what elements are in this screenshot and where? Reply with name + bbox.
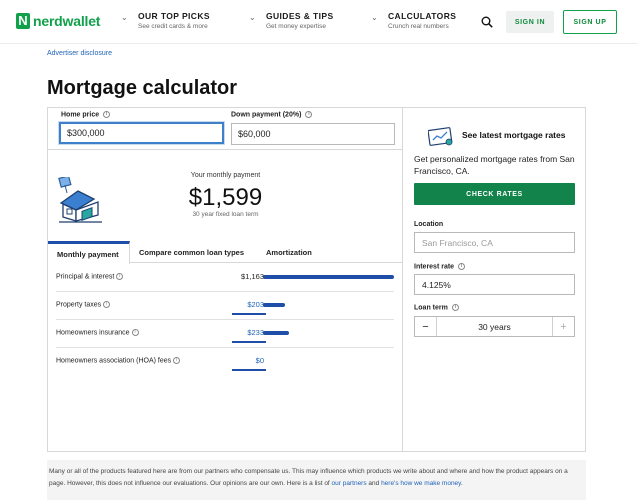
row-label-text: Property taxes [56, 301, 102, 309]
loan-term-label: Loan term i [414, 304, 459, 311]
rate-chart-icon [428, 127, 453, 146]
logo-text: nerdwallet [33, 13, 101, 29]
increment-button[interactable]: + [552, 317, 574, 336]
row-label: Homeowners insurance i [56, 329, 139, 336]
monthly-payment-summary: Your monthly payment $1,599 30 year fixe… [48, 151, 403, 241]
location-label: Location [414, 221, 444, 228]
nav-calculators[interactable]: ⌄ CALCULATORS Crunch real numbers [371, 11, 457, 30]
interest-rate-label: Interest rate i [414, 263, 466, 271]
info-icon[interactable]: i [103, 111, 111, 118]
row-label: Property taxes i [56, 301, 111, 309]
house-illustration-icon [58, 177, 102, 223]
our-partners-link[interactable]: our partners [332, 480, 367, 487]
chevron-down-icon: ⌄ [121, 13, 128, 22]
info-icon[interactable]: i [173, 357, 181, 364]
down-payment-input[interactable]: $60,000 [231, 123, 395, 145]
home-price-input[interactable]: $300,000 [59, 122, 224, 144]
home-price-label: Home price i [61, 111, 111, 119]
breakdown-row: Principal & interest i $1,163 [56, 264, 394, 292]
nerdwallet-logo[interactable]: N nerdwallet [16, 13, 100, 29]
breakdown-bar [263, 303, 285, 307]
rates-description: Get personalized mortgage rates from San… [414, 154, 575, 176]
loan-term-value: 30 years [478, 321, 511, 332]
chevron-down-icon: ⌄ [249, 13, 256, 22]
row-label-text: Homeowners insurance [56, 329, 130, 337]
loan-term-caption: 30 year fixed loan term [192, 211, 259, 218]
breakdown-row: Homeowners insurance i $233 [56, 320, 394, 348]
mortgage-rates-sidebar: See latest mortgage rates Get personaliz… [404, 108, 585, 451]
rates-title: See latest mortgage rates [462, 130, 566, 140]
insurance-value-input[interactable]: $233 [247, 328, 264, 337]
info-icon[interactable]: i [116, 273, 124, 280]
breakdown-row: Homeowners association (HOA) fees i $0 [56, 348, 394, 376]
sign-in-button[interactable]: SIGN IN [506, 11, 554, 33]
breakdown-row: Property taxes i $203 [56, 292, 394, 320]
down-payment-label-text: Down payment (20%) [231, 111, 302, 119]
loan-term-label-text: Loan term [414, 304, 448, 312]
info-icon[interactable]: i [305, 111, 313, 118]
info-icon[interactable]: i [103, 301, 111, 308]
tab-amortization[interactable]: Amortization [266, 241, 312, 263]
breakdown-bar [263, 275, 394, 279]
home-price-label-text: Home price [61, 111, 100, 119]
nav-title: OUR TOP PICKS [138, 11, 210, 21]
partner-disclosure: Many or all of the products featured her… [47, 460, 586, 500]
value-underline [232, 341, 266, 343]
chevron-down-icon: ⌄ [371, 13, 378, 22]
hoa-value-input[interactable]: $0 [256, 356, 264, 365]
advertiser-disclosure-link[interactable]: Advertiser disclosure [47, 50, 112, 57]
row-label-text: Homeowners association (HOA) fees [56, 357, 172, 365]
decrement-button[interactable]: − [415, 317, 437, 336]
check-rates-button[interactable]: CHECK RATES [414, 183, 575, 205]
info-icon[interactable]: i [451, 304, 459, 311]
interest-rate-input[interactable]: 4.125% [414, 274, 575, 295]
calculator-main: Home price i $300,000 Down payment (20%) i… [48, 108, 403, 451]
nav-subtitle: Crunch real numbers [388, 23, 449, 30]
row-label: Homeowners association (HOA) fees i [56, 357, 181, 365]
nav-title: GUIDES & TIPS [266, 11, 334, 21]
page-title: Mortgage calculator [47, 77, 238, 99]
info-icon[interactable]: i [131, 329, 139, 336]
down-payment-label: Down payment (20%) i [231, 111, 313, 119]
nav-subtitle: Get money expertise [266, 23, 326, 30]
value-underline [232, 369, 266, 371]
mortgage-calculator-panel: Home price i $300,000 Down payment (20%) i… [47, 107, 586, 452]
logo-mark: N [16, 13, 30, 29]
calculator-tabs: Monthly payment Compare common loan type… [48, 241, 403, 264]
property-taxes-value-input[interactable]: $203 [247, 300, 264, 309]
row-value: $1,163 [241, 272, 264, 281]
sign-up-button[interactable]: SIGN UP [563, 10, 617, 34]
site-header: N nerdwallet ⌄ OUR TOP PICKS See credit … [0, 0, 638, 44]
location-input[interactable]: San Francisco, CA [414, 232, 575, 253]
nav-title: CALCULATORS [388, 11, 457, 21]
disclosure-body: Many or all of the products featured her… [49, 468, 568, 487]
breakdown-bar [263, 331, 289, 335]
disclosure-end: . [460, 480, 463, 487]
nav-guides-tips[interactable]: ⌄ GUIDES & TIPS Get money expertise [249, 11, 334, 30]
row-label: Principal & interest i [56, 273, 124, 281]
nav-top-picks[interactable]: ⌄ OUR TOP PICKS See credit cards & more [121, 11, 210, 30]
price-inputs: Home price i $300,000 Down payment (20%) i… [48, 108, 403, 150]
loan-term-stepper: − 30 years + [414, 316, 575, 337]
tab-compare-loan-types[interactable]: Compare common loan types [139, 241, 244, 263]
search-icon[interactable] [481, 16, 493, 28]
monthly-payment-value: $1,599 [188, 184, 263, 211]
interest-rate-label-text: Interest rate [414, 263, 455, 271]
info-icon[interactable]: i [458, 263, 466, 270]
how-we-make-money-link[interactable]: here's how we make money [381, 480, 461, 487]
monthly-payment-label: Your monthly payment [190, 172, 261, 179]
row-label-text: Principal & interest [56, 273, 115, 281]
tab-monthly-payment[interactable]: Monthly payment [48, 241, 130, 264]
value-underline [232, 313, 266, 315]
disclosure-connector: and [366, 480, 382, 487]
disclosure-text: Many or all of the products featured her… [49, 466, 584, 490]
nav-subtitle: See credit cards & more [138, 23, 208, 30]
